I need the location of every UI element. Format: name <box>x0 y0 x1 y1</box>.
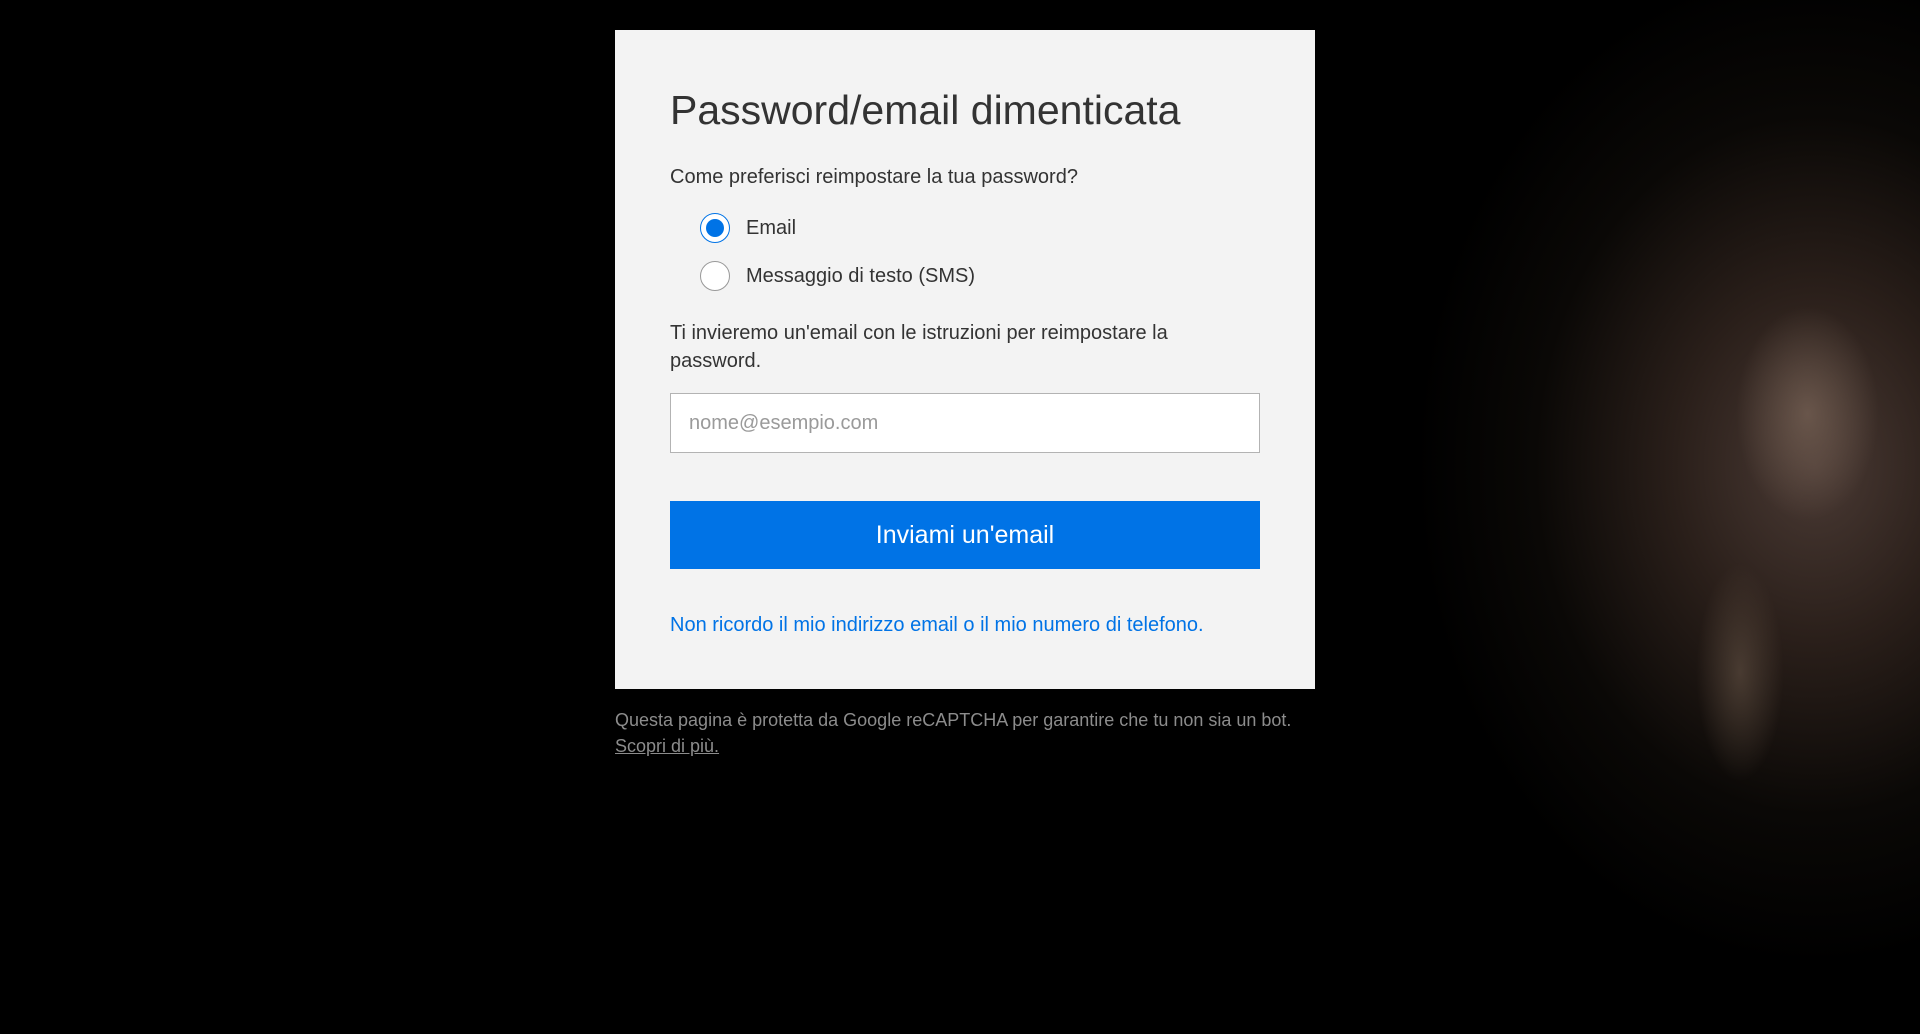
page-container: Password/email dimenticata Come preferis… <box>0 0 1920 759</box>
radio-icon <box>700 261 730 291</box>
instruction-text: Ti invieremo un'email con le istruzioni … <box>670 319 1260 375</box>
radio-icon <box>700 213 730 243</box>
recaptcha-learn-more-link[interactable]: Scopri di più. <box>615 736 719 756</box>
recaptcha-notice: Questa pagina è protetta da Google reCAP… <box>615 689 1315 759</box>
email-input[interactable] <box>670 393 1260 453</box>
forgot-password-card: Password/email dimenticata Come preferis… <box>615 30 1315 689</box>
page-title: Password/email dimenticata <box>670 85 1260 136</box>
reset-method-radio-group: Email Messaggio di testo (SMS) <box>670 213 1260 291</box>
forgot-email-phone-link[interactable]: Non ricordo il mio indirizzo email o il … <box>670 611 1260 639</box>
recaptcha-notice-text: Questa pagina è protetta da Google reCAP… <box>615 710 1291 730</box>
radio-label-sms: Messaggio di testo (SMS) <box>746 265 975 288</box>
radio-option-email[interactable]: Email <box>700 213 1260 243</box>
radio-label-email: Email <box>746 217 796 240</box>
radio-option-sms[interactable]: Messaggio di testo (SMS) <box>700 261 1260 291</box>
submit-button[interactable]: Inviami un'email <box>670 501 1260 569</box>
reset-method-question: Come preferisci reimpostare la tua passw… <box>670 166 1260 189</box>
